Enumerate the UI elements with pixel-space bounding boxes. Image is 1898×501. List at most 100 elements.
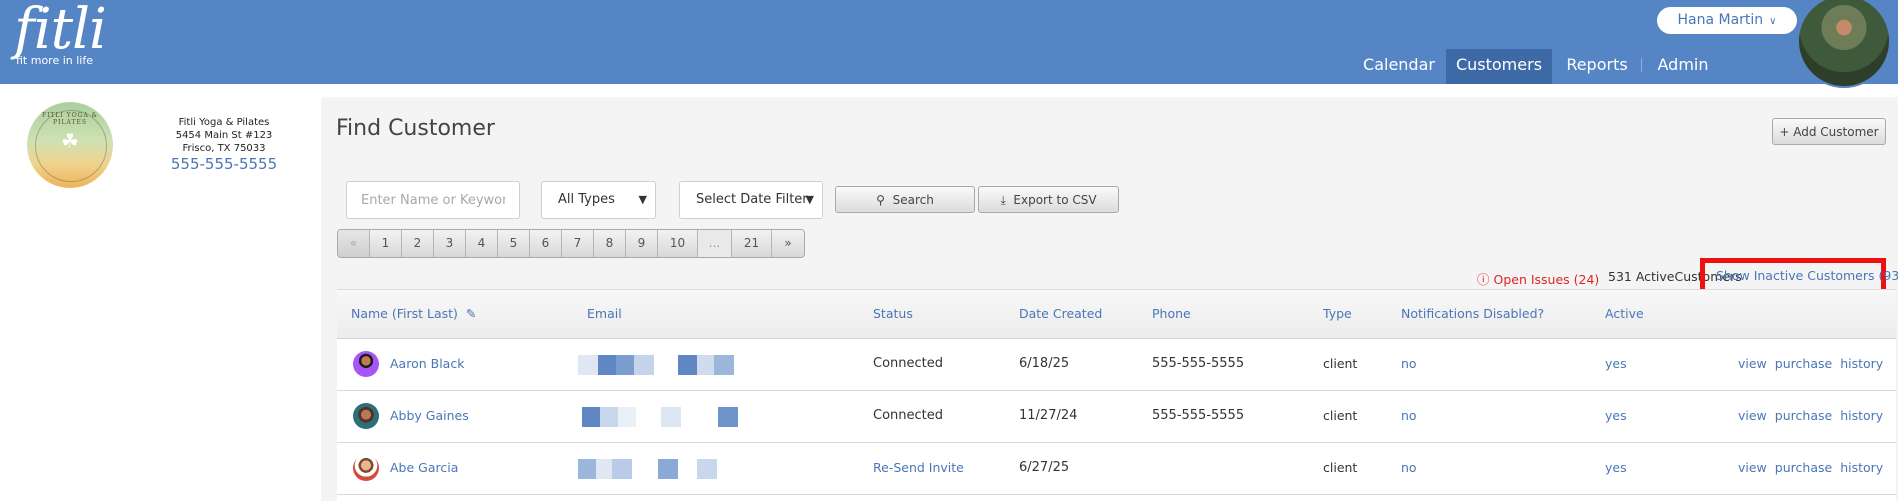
row-actions: view purchase history xyxy=(1738,339,1891,389)
studio-info: Fitli Yoga & Pilates 5454 Main St #123 F… xyxy=(150,116,298,172)
add-customer-button[interactable]: + Add Customer xyxy=(1772,118,1886,145)
meditation-icon: ☘ xyxy=(61,129,79,153)
view-link[interactable]: view xyxy=(1738,460,1767,475)
col-header-date-created[interactable]: Date Created xyxy=(1019,290,1102,338)
export-button-label: Export to CSV xyxy=(1013,193,1097,207)
date-created: 11/27/24 xyxy=(1019,408,1078,423)
customer-name-link[interactable]: Abby Gaines xyxy=(390,391,469,441)
user-avatar[interactable] xyxy=(1797,0,1891,88)
active-status[interactable]: yes xyxy=(1605,443,1627,493)
col-header-notifications[interactable]: Notifications Disabled? xyxy=(1401,290,1544,338)
date-created: 6/18/25 xyxy=(1019,356,1070,371)
history-link[interactable]: history xyxy=(1840,460,1883,475)
table-row: Abe Garcia Re-Send Invite 6/27/25 client… xyxy=(337,443,1896,495)
page-next[interactable]: » xyxy=(772,230,804,257)
page-7[interactable]: 7 xyxy=(562,230,594,257)
page-1[interactable]: 1 xyxy=(370,230,402,257)
studio-logo: FITLI YOGA & PILATES ☘ xyxy=(27,102,113,188)
date-created: 6/27/25 xyxy=(1019,460,1070,475)
active-status[interactable]: yes xyxy=(1605,339,1627,389)
pencil-icon[interactable]: ✎ xyxy=(466,306,476,321)
page-ellipsis: ... xyxy=(698,230,732,257)
page-prev[interactable]: « xyxy=(338,230,370,257)
nav-reports[interactable]: Reports xyxy=(1560,49,1634,84)
studio-address-line1: 5454 Main St #123 xyxy=(175,130,273,141)
history-link[interactable]: history xyxy=(1840,408,1883,423)
search-icon: ⚲ xyxy=(876,193,885,207)
search-button-label: Search xyxy=(892,193,934,207)
customer-name-link[interactable]: Abe Garcia xyxy=(390,443,458,493)
search-input[interactable] xyxy=(346,181,520,219)
page-4[interactable]: 4 xyxy=(466,230,498,257)
page-8[interactable]: 8 xyxy=(594,230,626,257)
logo-wordmark: fitli xyxy=(14,0,107,62)
user-name: Hana Martin xyxy=(1677,12,1764,28)
export-csv-button[interactable]: ⤓ Export to CSV xyxy=(978,186,1119,213)
page-10[interactable]: 10 xyxy=(658,230,698,257)
type-select[interactable]: All Types ▼ xyxy=(541,181,656,219)
purchase-link[interactable]: purchase xyxy=(1775,408,1832,423)
view-link[interactable]: view xyxy=(1738,356,1767,371)
pagination: « 1 2 3 4 5 6 7 8 9 10 ... 21 » xyxy=(337,229,805,258)
user-menu[interactable]: Hana Martin ∨ xyxy=(1657,7,1797,34)
open-issues-link[interactable]: ⓘ Open Issues (24) xyxy=(1477,269,1599,288)
col-header-active[interactable]: Active xyxy=(1605,290,1644,338)
phone: 555-555-5555 xyxy=(1152,408,1245,423)
purchase-link[interactable]: purchase xyxy=(1775,460,1832,475)
page-title: Find Customer xyxy=(336,116,495,141)
notifications-disabled[interactable]: no xyxy=(1401,339,1417,389)
customer-avatar xyxy=(353,455,379,481)
table-row: Aaron Black Connected 6/18/25 555-555-55… xyxy=(337,339,1896,391)
resend-invite-link[interactable]: Re-Send Invite xyxy=(873,443,964,493)
customer-type: client xyxy=(1323,408,1358,423)
customer-type: client xyxy=(1323,460,1358,475)
studio-name: Fitli Yoga & Pilates xyxy=(178,117,270,128)
fitli-logo[interactable]: fitli fit more in life xyxy=(14,0,107,68)
chevron-down-icon: ▼ xyxy=(638,193,647,206)
col-header-email[interactable]: Email xyxy=(587,290,622,338)
nav-calendar[interactable]: Calendar xyxy=(1355,49,1443,84)
customer-avatar xyxy=(353,403,379,429)
logo-tagline: fit more in life xyxy=(16,54,94,67)
nav-admin[interactable]: Admin xyxy=(1650,49,1716,84)
studio-address-line2: Frisco, TX 75033 xyxy=(182,143,266,154)
chevron-down-icon: ▼ xyxy=(805,193,814,206)
customer-type: client xyxy=(1323,356,1358,371)
download-icon: ⤓ xyxy=(1000,193,1006,207)
col-header-type[interactable]: Type xyxy=(1323,290,1352,338)
status-text: Connected xyxy=(873,408,944,423)
page-2[interactable]: 2 xyxy=(402,230,434,257)
table-header: Name (First Last) ✎ Email Status Date Cr… xyxy=(337,289,1896,339)
top-header: fitli fit more in life Hana Martin ∨ Cale… xyxy=(0,0,1898,88)
studio-logo-text: FITLI YOGA & PILATES xyxy=(41,112,99,126)
page-6[interactable]: 6 xyxy=(530,230,562,257)
date-filter-select[interactable]: Select Date Filter ▼ xyxy=(679,181,823,219)
table-row-partial xyxy=(337,495,1896,501)
date-filter-value: Select Date Filter xyxy=(696,192,808,207)
history-link[interactable]: history xyxy=(1840,356,1883,371)
page-9[interactable]: 9 xyxy=(626,230,658,257)
page-3[interactable]: 3 xyxy=(434,230,466,257)
status-text: Connected xyxy=(873,356,944,371)
row-actions: view purchase history xyxy=(1738,443,1891,493)
page-5[interactable]: 5 xyxy=(498,230,530,257)
customer-avatar xyxy=(353,351,379,377)
customer-name-link[interactable]: Aaron Black xyxy=(390,339,464,389)
col-header-phone[interactable]: Phone xyxy=(1152,290,1191,338)
view-link[interactable]: view xyxy=(1738,408,1767,423)
notifications-disabled[interactable]: no xyxy=(1401,443,1417,493)
page-21[interactable]: 21 xyxy=(732,230,772,257)
nav-divider xyxy=(1641,58,1642,72)
row-actions: view purchase history xyxy=(1738,391,1891,441)
notifications-disabled[interactable]: no xyxy=(1401,391,1417,441)
col-header-status[interactable]: Status xyxy=(873,290,913,338)
table-row: Abby Gaines Connected 11/27/24 555-555-5… xyxy=(337,391,1896,443)
col-header-name[interactable]: Name (First Last) ✎ xyxy=(351,290,476,338)
phone: 555-555-5555 xyxy=(1152,356,1245,371)
purchase-link[interactable]: purchase xyxy=(1775,356,1832,371)
nav-customers[interactable]: Customers xyxy=(1446,49,1552,84)
search-button[interactable]: ⚲ Search xyxy=(835,186,975,213)
type-select-value: All Types xyxy=(558,192,615,207)
studio-phone[interactable]: 555-555-5555 xyxy=(150,157,298,172)
active-status[interactable]: yes xyxy=(1605,391,1627,441)
